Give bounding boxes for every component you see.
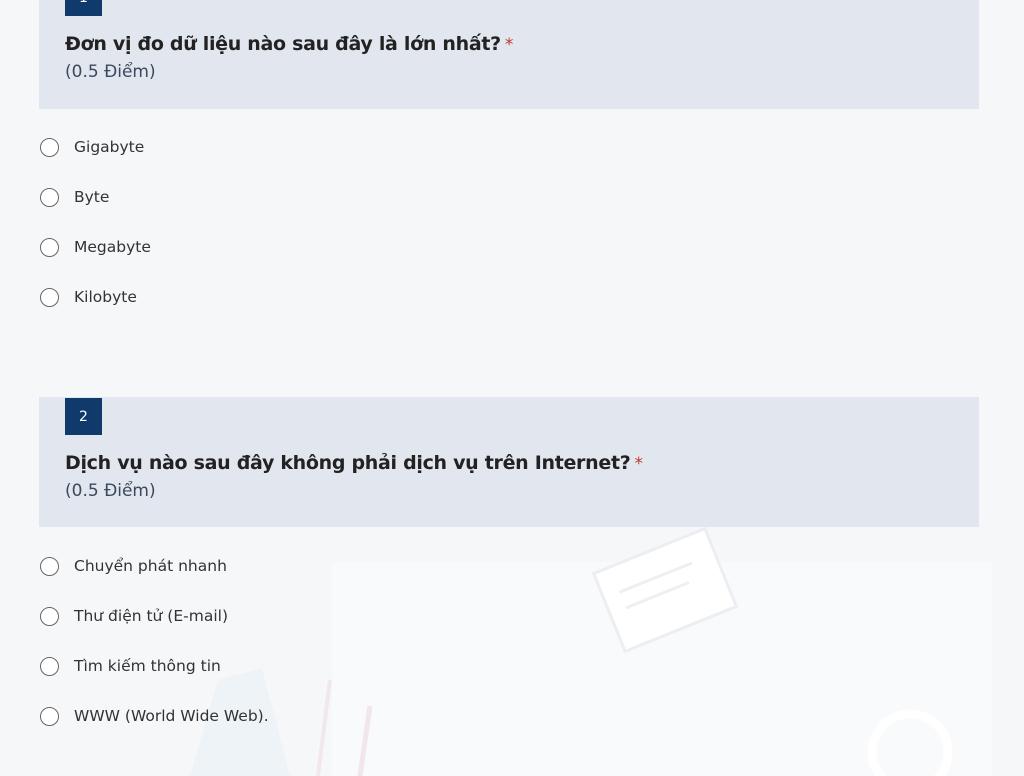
radio-button[interactable] bbox=[40, 556, 59, 576]
question-2-title: Dịch vụ nào sau đây không phải dịch vụ t… bbox=[65, 452, 643, 474]
radio-button[interactable] bbox=[40, 606, 59, 626]
option-kilobyte[interactable]: Kilobyte bbox=[40, 284, 151, 310]
required-indicator: * bbox=[504, 35, 514, 55]
radio-button[interactable] bbox=[40, 187, 59, 207]
question-1-header: 1 Đơn vị đo dữ liệu nào sau đây là lớn n… bbox=[39, 0, 979, 109]
option-label: Kilobyte bbox=[74, 288, 137, 306]
option-label: Chuyển phát nhanh bbox=[74, 557, 227, 575]
radio-button[interactable] bbox=[40, 287, 59, 307]
option-www[interactable]: WWW (World Wide Web). bbox=[40, 703, 269, 729]
option-label: Thư điện tử (E-mail) bbox=[74, 607, 228, 625]
radio-button[interactable] bbox=[40, 137, 59, 157]
option-label: Megabyte bbox=[74, 238, 151, 256]
radio-button[interactable] bbox=[40, 706, 59, 726]
option-gigabyte[interactable]: Gigabyte bbox=[40, 134, 151, 160]
question-2-options: Chuyển phát nhanh Thư điện tử (E-mail) T… bbox=[40, 553, 269, 753]
question-2-number-badge: 2 bbox=[65, 398, 102, 435]
question-1-number-badge: 1 bbox=[65, 0, 102, 16]
option-byte[interactable]: Byte bbox=[40, 184, 151, 210]
option-search[interactable]: Tìm kiếm thông tin bbox=[40, 653, 269, 679]
option-megabyte[interactable]: Megabyte bbox=[40, 234, 151, 260]
radio-button[interactable] bbox=[40, 656, 59, 676]
question-1-title-text: Đơn vị đo dữ liệu nào sau đây là lớn nhấ… bbox=[65, 33, 501, 55]
radio-button[interactable] bbox=[40, 237, 59, 257]
option-label: Tìm kiếm thông tin bbox=[74, 657, 221, 675]
question-2-header: 2 Dịch vụ nào sau đây không phải dịch vụ… bbox=[39, 397, 979, 527]
option-label: Gigabyte bbox=[74, 138, 145, 156]
option-label: WWW (World Wide Web). bbox=[74, 707, 269, 725]
option-email[interactable]: Thư điện tử (E-mail) bbox=[40, 603, 269, 629]
question-1-points: (0.5 Điểm) bbox=[65, 62, 156, 82]
form-page: 1 Đơn vị đo dữ liệu nào sau đây là lớn n… bbox=[0, 0, 1024, 776]
question-2-points: (0.5 Điểm) bbox=[65, 481, 156, 501]
question-1-title: Đơn vị đo dữ liệu nào sau đây là lớn nhấ… bbox=[65, 33, 513, 55]
required-indicator: * bbox=[634, 454, 643, 474]
question-2-title-text: Dịch vụ nào sau đây không phải dịch vụ t… bbox=[65, 452, 631, 474]
question-1-options: Gigabyte Byte Megabyte Kilobyte bbox=[40, 134, 151, 334]
option-label: Byte bbox=[74, 188, 110, 206]
option-express-delivery[interactable]: Chuyển phát nhanh bbox=[40, 553, 269, 579]
